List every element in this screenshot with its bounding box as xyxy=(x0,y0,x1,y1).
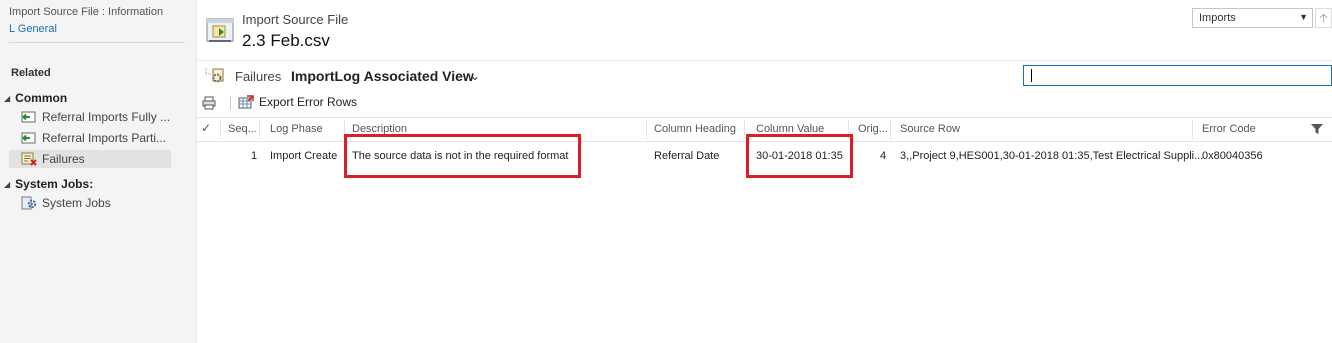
select-all-checkmark-icon[interactable]: ✓ xyxy=(201,121,211,135)
gear-icon xyxy=(21,196,37,210)
nav-item-system-jobs[interactable]: System Jobs xyxy=(9,194,171,212)
nav-item-referral-imports-partial[interactable]: Referral Imports Parti... xyxy=(9,129,171,147)
highlight-box-column-value xyxy=(746,134,853,178)
export-error-rows-button[interactable]: Export Error Rows xyxy=(238,95,357,109)
export-button-label: Export Error Rows xyxy=(259,95,358,109)
command-separator xyxy=(230,96,231,110)
chevron-down-icon[interactable]: ⌄ xyxy=(470,69,480,83)
import-icon xyxy=(21,132,36,144)
print-icon[interactable] xyxy=(202,96,216,110)
highlight-box-description xyxy=(344,134,581,178)
column-separator xyxy=(220,120,221,139)
cell-sequence: 1 xyxy=(251,150,258,162)
up-arrow-icon[interactable]: 🡡 xyxy=(1315,8,1332,28)
nav-item-label: Referral Imports Fully ... xyxy=(42,110,171,124)
nav-item-label: Referral Imports Parti... xyxy=(42,131,167,145)
grid-top-border xyxy=(197,117,1332,118)
column-separator xyxy=(646,120,647,139)
chevron-down-icon: ▼ xyxy=(1299,12,1308,22)
cell-column-heading: Referral Date xyxy=(654,150,720,162)
view-selector[interactable]: ImportLog Associated View xyxy=(291,68,474,84)
import-icon xyxy=(21,111,36,123)
form-selector-dropdown[interactable]: Imports ▼ xyxy=(1192,8,1313,28)
nav-divider xyxy=(9,42,185,43)
header-divider xyxy=(197,60,1332,61)
nav-group-label: Common xyxy=(15,91,68,105)
search-input[interactable] xyxy=(1023,65,1332,86)
nav-group-label: System Jobs: xyxy=(15,177,94,191)
nav-group-system-jobs[interactable]: ◢ System Jobs: xyxy=(4,177,93,191)
cell-source-row: 3,,Project 9,HES001,30-01-2018 01:35,Tes… xyxy=(900,150,1204,162)
cell-error-code: 0x80040356 xyxy=(1202,150,1263,162)
cell-original-row: 4 xyxy=(880,150,887,162)
nav-group-common[interactable]: ◢ Common xyxy=(4,91,67,105)
header-record-name: 2.3 Feb.csv xyxy=(242,31,330,50)
nav-item-label: System Jobs xyxy=(42,196,111,210)
column-header-source-row[interactable]: Source Row xyxy=(900,123,960,135)
nav-item-referral-imports-fully[interactable]: Referral Imports Fully ... xyxy=(9,108,171,126)
column-header-error-code[interactable]: Error Code xyxy=(1202,123,1256,135)
column-header-column-heading[interactable]: Column Heading xyxy=(654,123,736,135)
column-separator xyxy=(890,120,891,139)
view-gear-icon xyxy=(205,68,224,83)
collapse-triangle-icon: ◢ xyxy=(4,179,11,189)
column-separator xyxy=(259,120,260,139)
text-caret xyxy=(1031,69,1032,82)
view-entity-label: Failures xyxy=(235,69,282,84)
column-separator xyxy=(744,120,745,139)
column-header-sequence[interactable]: Seq... xyxy=(228,123,257,135)
collapse-triangle-icon: ◢ xyxy=(4,93,11,103)
column-separator xyxy=(1192,120,1193,139)
column-header-original-row[interactable]: Orig... xyxy=(858,123,888,135)
cell-log-phase: Import Create xyxy=(270,150,338,162)
form-selector-value: Imports xyxy=(1199,12,1236,24)
nav-item-failures[interactable]: Failures xyxy=(9,150,171,168)
export-icon xyxy=(238,95,254,109)
nav-item-label: Failures xyxy=(42,152,85,166)
import-file-icon xyxy=(206,18,234,42)
nav-general-link[interactable]: L General xyxy=(9,23,57,35)
filter-icon[interactable] xyxy=(1310,123,1324,135)
column-header-log-phase[interactable]: Log Phase xyxy=(270,123,323,135)
left-navigation-pane: Import Source File : Information L Gener… xyxy=(0,0,197,343)
entity-form-label: Import Source File : Information xyxy=(9,6,164,18)
header-entity-name: Import Source File xyxy=(242,12,349,27)
failures-icon xyxy=(21,152,37,166)
nav-related-heading: Related xyxy=(11,67,51,79)
